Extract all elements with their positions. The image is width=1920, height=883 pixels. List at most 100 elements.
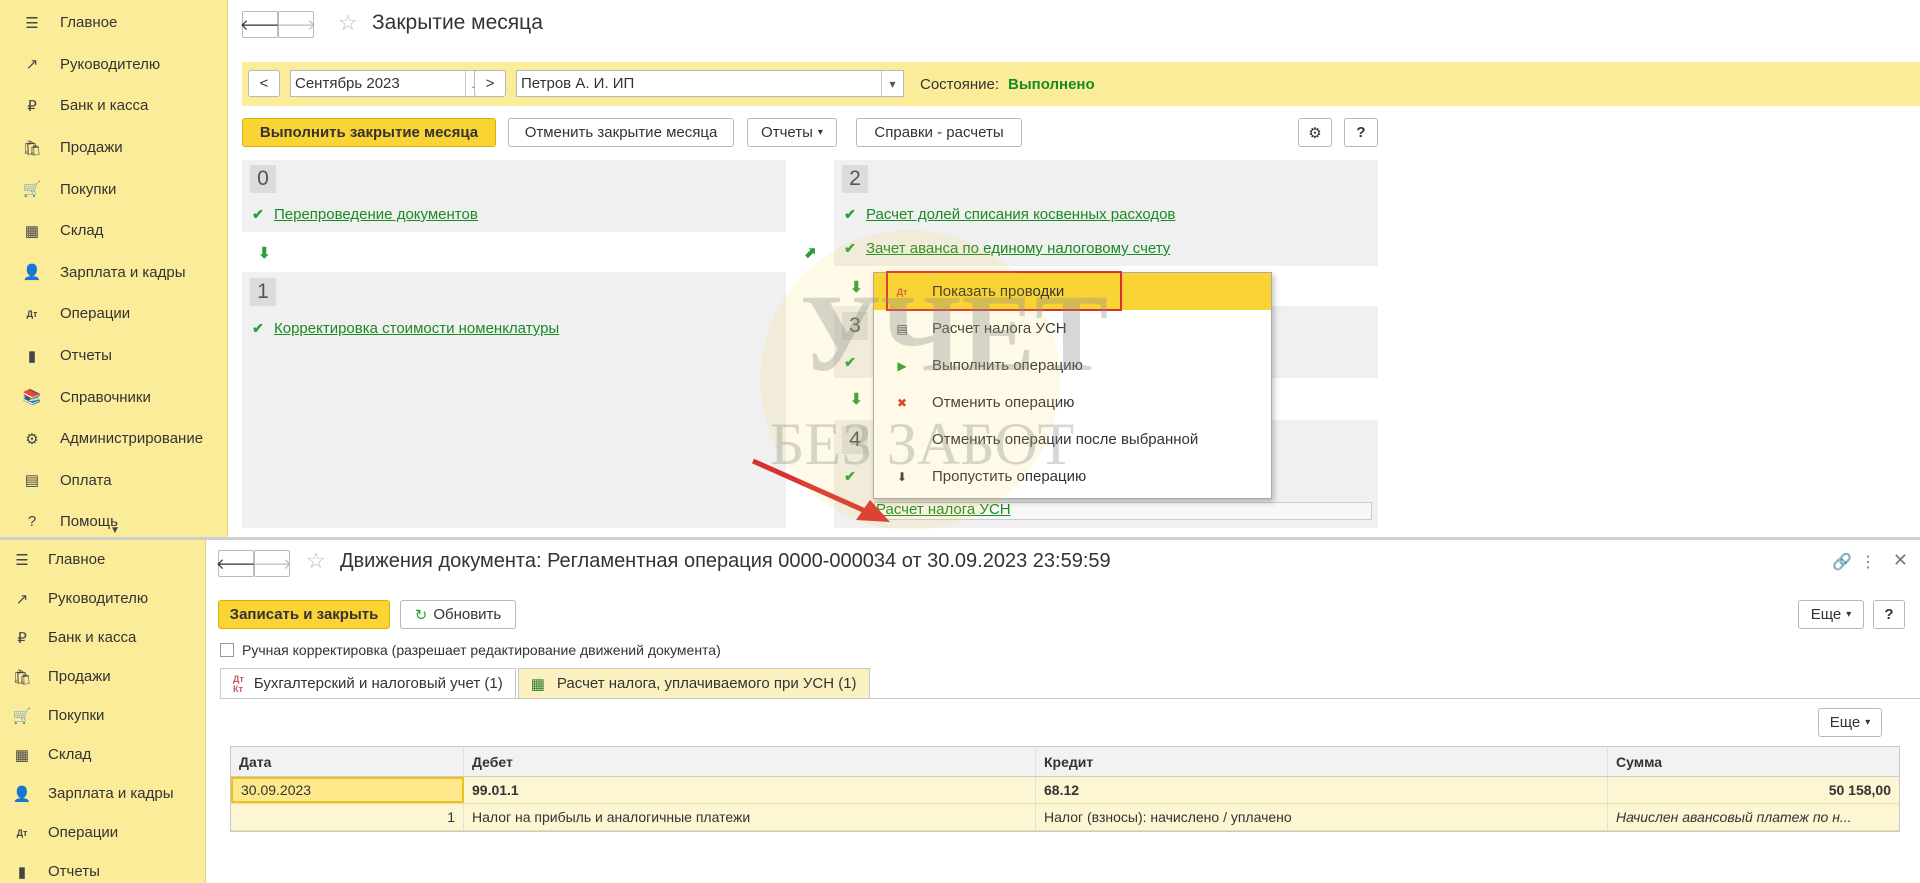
credit-cell[interactable]: 68.12 [1036,777,1608,803]
next-period-button[interactable]: > [474,70,506,97]
arrow-down-icon: ⬇ [850,391,863,408]
sidebar-item[interactable]: ₽ Банк и касса [0,85,227,127]
forward-button[interactable]: 🡒 [252,550,292,577]
date-cell[interactable]: 30.09.2023 [231,777,464,803]
sidebar-item[interactable]: 👤 Зарплата и кадры [0,252,227,294]
sidebar-item[interactable]: ▮ Отчеты [0,852,205,883]
table-row[interactable]: 30.09.2023 99.01.1 68.12 50 158,00 [231,777,1899,804]
sidebar-item[interactable]: 🛍 Продажи [0,657,205,696]
operation-link[interactable]: Перепроведение документов [274,206,478,223]
close-icon[interactable]: ✕ [1893,550,1908,571]
save-close-button[interactable]: Записать и закрыть [218,600,390,629]
help-button[interactable]: ? [1873,600,1905,629]
context-menu-item[interactable]: Отменить операции после выбранной [874,421,1271,458]
reports-button[interactable]: Отчеты ▾ [747,118,837,147]
debit-cell[interactable]: 99.01.1 [464,777,1036,803]
sidebar-item[interactable]: ↗ Руководителю [0,579,205,618]
back-button[interactable]: 🡐 [216,550,256,577]
sidebar-item[interactable]: ☰ Главное [0,2,227,44]
cart-icon: 🛒 [12,707,32,725]
arrow-right-icon: 🡒 [275,17,317,34]
manual-edit-checkbox[interactable] [220,643,234,657]
operation-link[interactable]: Зачет аванса по единому налоговому счету [866,240,1170,257]
close-month-button[interactable]: Выполнить закрытие месяца [242,118,496,147]
period-field[interactable]: Сентябрь 2023 ... [290,70,488,97]
more-vertical-icon[interactable]: ⋮ [1860,552,1876,572]
sum-cell[interactable]: 50 158,00 [1608,777,1899,803]
sidebar-item[interactable]: 🛒 Покупки [0,168,227,210]
sidebar-item[interactable]: ▮ Отчеты [0,335,227,377]
help-button[interactable]: ? [1344,118,1378,147]
column-header[interactable]: Дата [231,747,464,776]
step-3-operation[interactable]: ✔ [834,354,866,371]
arrow-left-icon: 🡐 [239,17,281,34]
check-icon: ✔ [844,354,856,370]
column-header[interactable]: Кредит [1036,747,1608,776]
sidebar-item[interactable]: Дт Операции [0,813,205,852]
step-0-operation[interactable]: ✔ Перепроведение документов [242,206,478,223]
link-icon[interactable]: 🔗 [1832,552,1852,572]
sidebar-item[interactable]: 🛒 Покупки [0,696,205,735]
table-more-button[interactable]: Еще ▾ [1818,708,1882,737]
favorite-star-icon[interactable]: ☆ [306,548,326,574]
warehouse-icon: ▦ [14,746,30,764]
column-header[interactable]: Дебет [464,747,1036,776]
column-header[interactable]: Сумма [1608,747,1899,776]
sidebar-item-label: Зарплата и кадры [60,263,186,281]
ruble-coin-icon: ₽ [17,629,27,647]
sidebar-item[interactable]: ▦ Склад [0,735,205,774]
row-number-cell[interactable]: 1 [231,804,464,830]
sidebar-item[interactable]: ▤ Оплата [0,460,227,502]
step-4-number: 4 [842,426,868,454]
context-menu-item[interactable]: ✖ Отменить операцию [874,384,1271,421]
context-menu-item[interactable]: ▶ Выполнить операцию [874,347,1271,384]
settings-button[interactable]: ⚙ [1298,118,1332,147]
manual-edit-row[interactable]: Ручная корректировка (разрешает редактир… [220,642,721,658]
calcs-button[interactable]: Справки - расчеты [856,118,1022,147]
operation-link[interactable]: Корректировка стоимости номенклатуры [274,320,559,337]
sidebar-item[interactable]: ↗ Руководителю [0,44,227,86]
forward-button[interactable]: 🡒 [275,11,317,38]
back-button[interactable]: 🡐 [239,11,281,38]
step-3-number: 3 [842,312,868,340]
step-2-operation-1[interactable]: ✔ Расчет долей списания косвенных расходо… [834,206,1175,223]
chevron-down-icon[interactable]: ▾ [881,71,903,96]
debit-subconto-cell[interactable]: Налог на прибыль и аналогичные платежи [464,804,1036,830]
sidebar-item[interactable]: ₽ Банк и касса [0,618,205,657]
sidebar-item-label: Главное [60,14,118,32]
tab-accounting[interactable]: Дт Кт Бухгалтерский и налоговый учет (1) [220,668,516,698]
sidebar-item-label: Склад [48,746,92,763]
arrow-diagonal-icon: ⬆ [799,242,821,264]
chevron-down-icon: ▾ [1865,717,1871,728]
state-value: Выполнено [1008,76,1095,93]
refresh-button[interactable]: ↻ Обновить [400,600,516,629]
movements-table: Дата Дебет Кредит Сумма 30.09.2023 99.01… [230,746,1900,832]
sidebar-item[interactable]: ▦ Склад [0,210,227,252]
chart-line-icon: ↗ [25,56,39,74]
page-title: Движения документа: Регламентная операци… [340,550,1111,572]
step-2-operation-2[interactable]: ✔ Зачет аванса по единому налоговому счет… [834,240,1170,257]
scroll-down-icon[interactable]: ▼ [110,525,120,536]
table-row[interactable]: 1 Налог на прибыль и аналогичные платежи… [231,804,1899,831]
favorite-star-icon[interactable]: ☆ [338,10,358,36]
sidebar-item-label: Справочники [60,388,151,406]
context-menu-item[interactable]: ⬇ Пропустить операцию [874,458,1271,495]
organization-field[interactable]: Петров А. И. ИП ▾ [516,70,904,97]
tab-usn[interactable]: ▦ Расчет налога, уплачиваемого при УСН (1… [517,668,870,698]
step-1-operation[interactable]: ✔ Корректировка стоимости номенклатуры [242,320,559,337]
credit-subconto-cell[interactable]: Налог (взносы): начислено / уплачено [1036,804,1608,830]
sidebar-item[interactable]: 📚 Справочники [0,376,227,418]
more-button[interactable]: Еще ▾ [1798,600,1864,629]
person-icon: 👤 [22,264,42,282]
operation-link[interactable]: Расчет долей списания косвенных расходов [866,206,1175,223]
prev-period-button[interactable]: < [248,70,280,97]
cancel-close-month-button[interactable]: Отменить закрытие месяца [508,118,734,147]
gear-icon: ⚙ [25,430,39,448]
sidebar-item[interactable]: ⚙ Администрирование [0,418,227,460]
sidebar-item[interactable]: 👤 Зарплата и кадры [0,774,205,813]
sidebar-item[interactable]: ☰ Главное [0,540,205,579]
content-cell[interactable]: Начислен авансовый платеж по н... [1608,804,1899,830]
sidebar-item[interactable]: Дт Операции [0,293,227,335]
context-menu-item[interactable]: ▤ Расчет налога УСН [874,310,1271,347]
sidebar-item[interactable]: 🛍 Продажи [0,127,227,169]
